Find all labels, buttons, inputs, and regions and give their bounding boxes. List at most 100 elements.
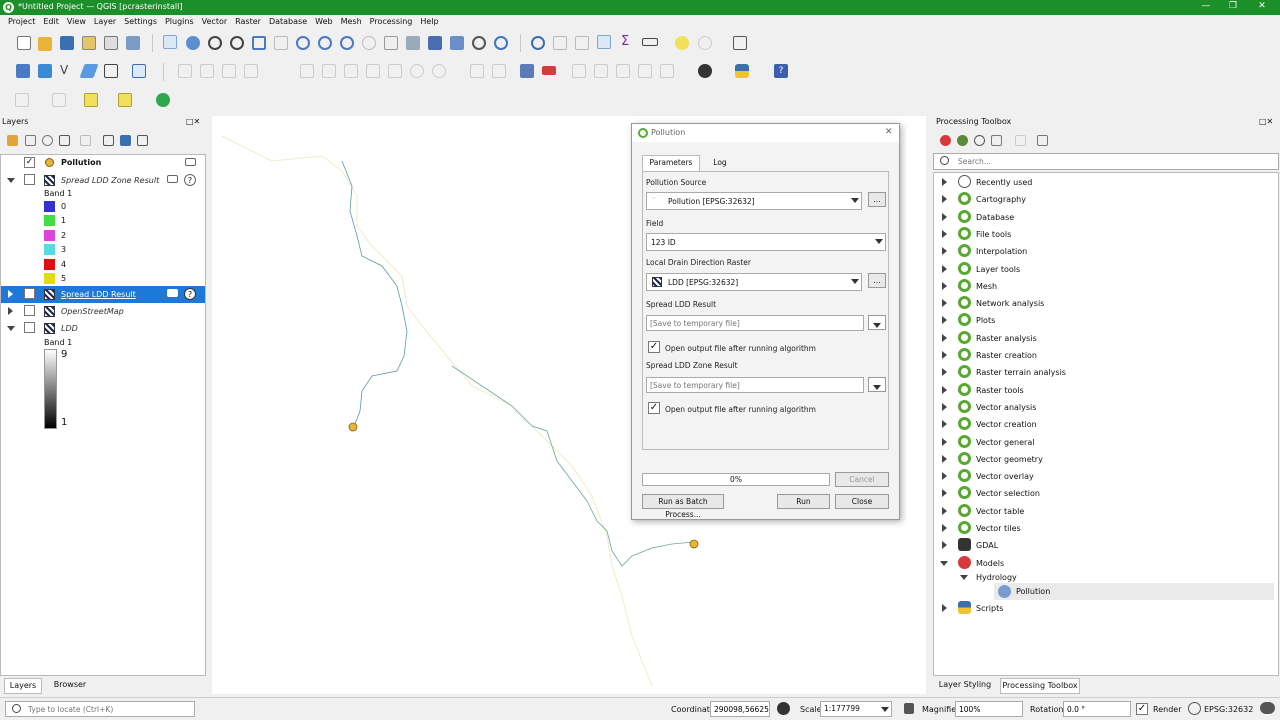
collapse-all-icon[interactable] [120, 135, 131, 146]
delete-selected-icon[interactable] [322, 64, 336, 78]
expand-arrow-icon[interactable] [942, 316, 947, 325]
style-manager-icon[interactable] [126, 36, 140, 50]
toggle-editing-icon[interactable] [200, 64, 214, 78]
expand-arrow-icon[interactable] [942, 247, 947, 256]
ldd-browse-button[interactable]: ... [868, 273, 886, 288]
locator-input[interactable] [5, 701, 195, 717]
menu-vector[interactable]: Vector [198, 15, 232, 29]
close-window-icon[interactable]: ✕ [1252, 1, 1272, 11]
label-show-icon[interactable] [638, 64, 652, 78]
label-toolbar-icon[interactable] [470, 64, 484, 78]
layer-row-spread-ldd-zone-result[interactable]: Spread LDD Zone Result ? [1, 172, 205, 189]
tab-layer-styling[interactable]: Layer Styling [936, 678, 994, 694]
toolbox-group[interactable]: Vector table [934, 503, 1274, 520]
expand-arrow-icon[interactable] [942, 351, 947, 359]
tab-parameters[interactable]: Parameters [642, 155, 700, 171]
toolbox-group[interactable]: Vector creation [934, 416, 1274, 433]
globe-icon[interactable] [1188, 702, 1201, 715]
digitize-icon[interactable] [79, 64, 99, 78]
expand-arrow-icon[interactable] [942, 229, 947, 238]
processing-toolbox-icon[interactable] [597, 35, 611, 49]
menu-settings[interactable]: Settings [120, 15, 161, 29]
label-move-icon[interactable] [572, 64, 586, 78]
help-contents-icon[interactable]: ? [774, 64, 788, 78]
tab-processing-toolbox[interactable]: Processing Toolbox [1000, 678, 1080, 694]
copy-features-icon[interactable] [366, 64, 380, 78]
toggle-extents-icon[interactable] [777, 702, 790, 715]
toolbox-group[interactable]: Mesh [934, 278, 1274, 295]
menu-help[interactable]: Help [416, 15, 442, 29]
menu-database[interactable]: Database [265, 15, 311, 29]
history-icon[interactable] [974, 135, 985, 146]
open-output-checkbox-2[interactable]: ✓ [648, 402, 660, 414]
cut-features-icon[interactable] [344, 64, 358, 78]
toolbox-group[interactable]: Layer tools [934, 261, 1274, 278]
expand-arrow-icon[interactable] [8, 290, 13, 298]
expand-arrow-icon[interactable] [8, 307, 13, 315]
new-shapefile-icon[interactable] [104, 64, 118, 78]
scripts-icon[interactable] [957, 135, 968, 146]
rotation-input[interactable] [1063, 701, 1131, 717]
pollution-source-browse-button[interactable]: ... [868, 192, 886, 207]
expand-arrow-icon[interactable] [942, 420, 947, 429]
add-virtual-layer-icon[interactable] [132, 64, 146, 78]
expand-arrow-icon[interactable] [942, 506, 947, 515]
toolbox-group[interactable]: Cartography [934, 191, 1274, 208]
temporal-controller-icon[interactable] [472, 36, 486, 50]
toolbox-group[interactable]: Raster tools [934, 382, 1274, 399]
remove-layer-icon[interactable] [137, 135, 148, 146]
expand-arrow-icon[interactable] [942, 472, 947, 481]
toolbox-group[interactable]: Vector geometry [934, 451, 1274, 468]
toolbox-group[interactable]: Vector overlay [934, 468, 1274, 485]
save-project-icon[interactable] [60, 36, 74, 50]
crs-label[interactable]: EPSG:32632 [1204, 705, 1253, 714]
add-feature-icon[interactable] [244, 64, 258, 78]
new-3d-view-icon[interactable] [406, 36, 420, 50]
toolbox-group[interactable]: Vector general [934, 434, 1274, 451]
tab-layers[interactable]: Layers [4, 678, 42, 694]
label-layer-icon[interactable] [520, 64, 534, 78]
undo-icon[interactable] [410, 64, 424, 78]
pollution-point[interactable] [348, 422, 358, 432]
toolbox-group[interactable]: Network analysis [934, 295, 1274, 312]
edit-features-in-place-icon[interactable] [1015, 135, 1026, 146]
restore-icon[interactable]: ❐ [1223, 1, 1243, 11]
pollution-source-combo[interactable]: ⋅⋅ Pollution [EPSG:32632] [646, 192, 862, 210]
expand-arrow-icon[interactable] [942, 212, 947, 221]
spread-result-menu-button[interactable] [868, 315, 886, 330]
toolbox-group[interactable]: File tools [934, 226, 1274, 243]
python-console-icon[interactable] [735, 64, 749, 78]
toolbox-group[interactable]: Plots [934, 312, 1274, 329]
map-tips-icon[interactable] [675, 36, 689, 50]
label-property-icon[interactable] [660, 64, 674, 78]
close-button[interactable]: Close [835, 494, 889, 509]
pin-labels-icon[interactable] [492, 64, 506, 78]
minimize-icon[interactable]: — [1196, 1, 1216, 11]
expand-arrow-icon[interactable] [942, 264, 947, 273]
expand-arrow-icon[interactable] [942, 299, 947, 308]
question-icon[interactable]: ? [184, 288, 196, 300]
paste-features-icon[interactable] [388, 64, 402, 78]
expand-arrow-icon[interactable] [942, 402, 947, 411]
zoom-out-icon[interactable] [230, 36, 244, 50]
expand-arrow-icon[interactable] [942, 385, 947, 394]
toolbox-group[interactable]: Raster terrain analysis [934, 364, 1274, 381]
new-print-layout-icon[interactable] [82, 36, 96, 50]
layer-indicator-icon[interactable] [185, 158, 196, 166]
collapse-arrow-icon[interactable] [940, 560, 948, 566]
undock-toolbox-icon[interactable]: □✕ [1259, 117, 1273, 126]
toolbox-table-icon[interactable] [575, 36, 589, 50]
open-output-checkbox-1[interactable]: ✓ [648, 341, 660, 353]
zoom-layer-icon[interactable] [296, 36, 310, 50]
results-viewer-icon[interactable] [991, 135, 1002, 146]
data-source-manager-icon[interactable] [16, 64, 30, 78]
share-icon[interactable] [156, 93, 170, 107]
abc-icon[interactable] [542, 66, 556, 75]
zoom-selection-icon[interactable] [274, 36, 288, 50]
bookmark-icon[interactable] [428, 36, 442, 50]
collapse-arrow-icon[interactable] [960, 574, 968, 580]
save-edits-icon[interactable] [222, 64, 236, 78]
expand-arrow-icon[interactable] [942, 281, 947, 290]
dialog-close-icon[interactable]: ✕ [885, 127, 893, 137]
tab-browser[interactable]: Browser [48, 678, 92, 694]
